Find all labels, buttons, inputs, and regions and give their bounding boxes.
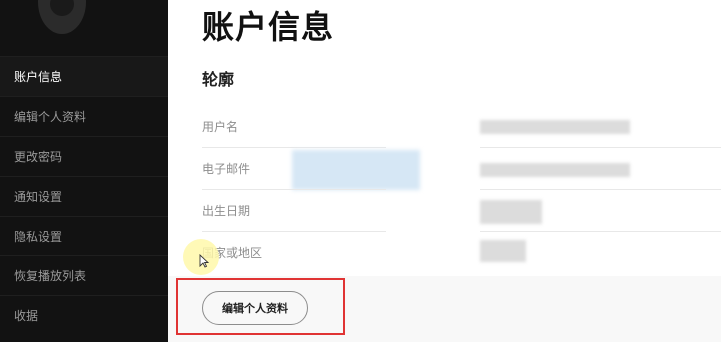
- field-label: 出生日期: [202, 204, 251, 218]
- sidebar-item-privacy-settings[interactable]: 隐私设置: [0, 216, 168, 256]
- sidebar-item-receipts[interactable]: 收据: [0, 295, 168, 335]
- field-label: 电子邮件: [202, 162, 251, 176]
- field-row-birthdate: 出生日期: [202, 190, 721, 232]
- page-title: 账户信息: [202, 8, 335, 46]
- sidebar-item-edit-profile[interactable]: 编辑个人资料: [0, 96, 168, 136]
- sidebar-item-account-info[interactable]: 账户信息: [0, 56, 168, 96]
- sidebar-item-label: 账户信息: [14, 70, 63, 84]
- redacted-overlay: [292, 150, 420, 190]
- avatar[interactable]: [38, 0, 86, 34]
- section-title: 轮廓: [202, 70, 235, 89]
- sidebar-item-label: 隐私设置: [14, 230, 63, 244]
- sidebar-item-label: 收据: [14, 309, 39, 323]
- sidebar-item-notification-settings[interactable]: 通知设置: [0, 176, 168, 216]
- sidebar-item-change-password[interactable]: 更改密码: [0, 136, 168, 176]
- field-row-email: 电子邮件: [202, 148, 721, 190]
- sidebar-item-recover-playlists[interactable]: 恢复播放列表: [0, 255, 168, 295]
- redacted-value: [480, 120, 630, 134]
- redacted-value: [480, 163, 630, 177]
- sidebar-item-label: 编辑个人资料: [14, 110, 87, 124]
- sidebar-item-label: 更改密码: [14, 150, 63, 164]
- sidebar: 账户信息 编辑个人资料 更改密码 通知设置 隐私设置 恢复播放列表 收据: [0, 0, 168, 342]
- account-card: 账户信息 轮廓 用户名 电子邮件 出生日期 国家或地区: [168, 0, 721, 276]
- field-label: 用户名: [202, 120, 239, 134]
- cursor-icon: [199, 254, 209, 268]
- field-row-username: 用户名: [202, 106, 721, 148]
- edit-profile-button[interactable]: 编辑个人资料: [202, 291, 308, 325]
- sidebar-item-label: 恢复播放列表: [14, 269, 87, 283]
- sidebar-item-label: 通知设置: [14, 190, 63, 204]
- redacted-value: [480, 240, 526, 262]
- redacted-value: [480, 200, 542, 224]
- field-row-country: 国家或地区: [202, 232, 721, 274]
